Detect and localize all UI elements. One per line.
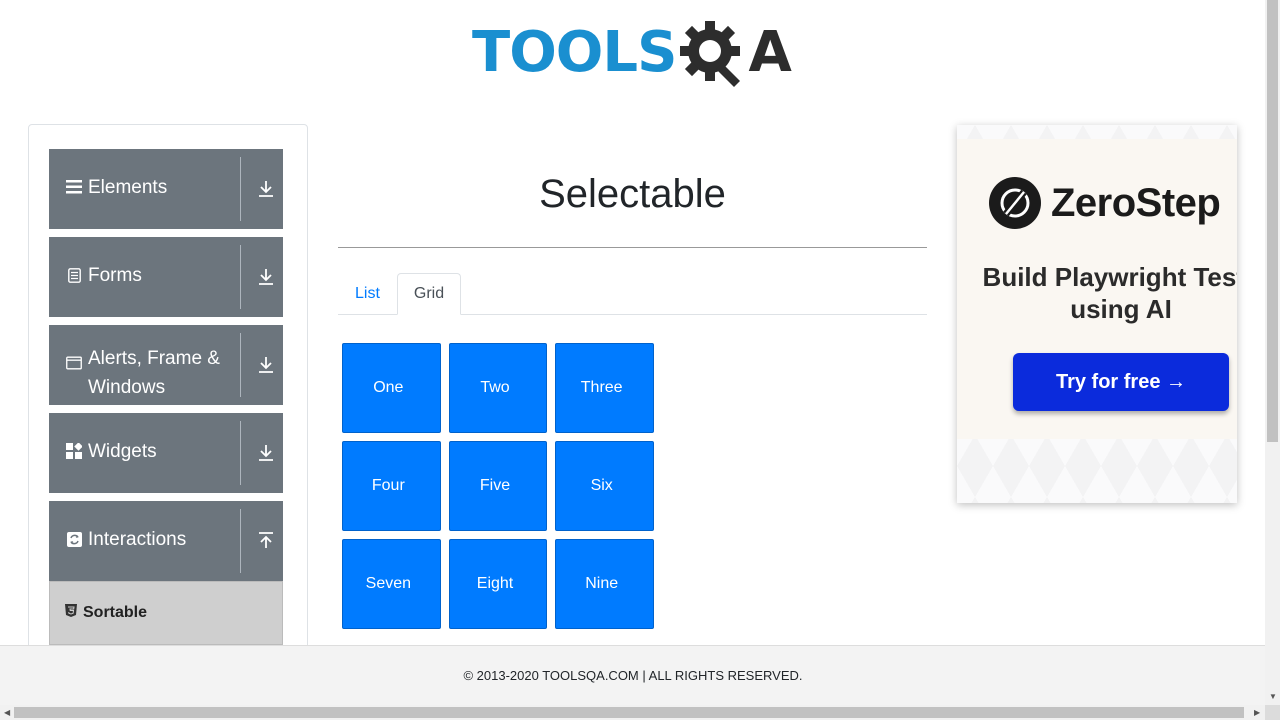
grid-item[interactable]: Six [555, 441, 655, 531]
vertical-scroll-thumb[interactable] [1267, 0, 1278, 442]
ad-brand-name: ZeroStep [1051, 180, 1221, 225]
interactions-icon [66, 531, 82, 547]
grid-item[interactable]: Seven [342, 539, 441, 629]
window-icon [66, 355, 82, 371]
copyright-text: © 2013-2020 TOOLSQA.COM | ALL RIGHTS RES… [463, 668, 803, 683]
download-arrow-icon[interactable] [257, 355, 275, 375]
sidebar-item-sortable[interactable]: Sortable [49, 581, 283, 645]
sidebar-group-elements[interactable]: Elements [49, 149, 283, 229]
ad-brand: ZeroStep [989, 177, 1221, 229]
group-header: Forms [49, 245, 241, 309]
grid-item[interactable]: Eight [448, 539, 548, 629]
group-header: Alerts, Frame & Windows [49, 333, 241, 398]
group-header: Widgets [49, 421, 241, 485]
page-title: Selectable [539, 172, 726, 216]
download-arrow-icon[interactable] [257, 443, 275, 463]
download-arrow-icon[interactable] [257, 267, 275, 287]
group-label: Widgets [88, 441, 157, 462]
tab-list[interactable]: List [338, 273, 397, 315]
horizontal-scroll-thumb[interactable] [14, 707, 1244, 718]
sidebar-group-interactions[interactable]: Interactions [49, 501, 283, 581]
document-icon [66, 267, 82, 283]
group-header: Elements [49, 157, 241, 221]
sidebar-group-widgets[interactable]: Widgets [49, 413, 283, 493]
sidebar-group-forms[interactable]: Forms [49, 237, 283, 317]
group-label: Interactions [88, 529, 187, 550]
hamburger-icon [66, 179, 82, 195]
toolsqa-logo[interactable]: TOOLS A [472, 14, 798, 92]
grid-item[interactable]: Two [448, 343, 548, 433]
scrollbar-corner [1265, 705, 1280, 720]
try-for-free-button[interactable]: Try for free → [1013, 353, 1229, 411]
title-divider [338, 247, 927, 248]
advertisement-banner[interactable]: ZeroStep Build Playwright Tests using AI… [957, 125, 1237, 503]
logo-text-a: A [748, 20, 791, 85]
scroll-down-arrow-icon[interactable]: ▼ [1269, 692, 1277, 701]
gear-magnifier-icon [678, 17, 746, 89]
group-label: Elements [88, 177, 168, 198]
selectable-grid: One Two Three Four Five Six Seven Eight … [342, 343, 662, 637]
left-panel: Elements Forms Alerts, Frame & Windows W… [28, 124, 308, 684]
zerostep-logo-icon [989, 177, 1041, 229]
logo-text-tools: TOOLS [472, 20, 677, 85]
group-header: Interactions [49, 509, 241, 573]
scroll-left-arrow-icon[interactable]: ◀ [4, 708, 10, 717]
grid-item[interactable]: Three [555, 343, 655, 433]
grid-row: Seven Eight Nine [342, 539, 662, 629]
grid-item[interactable]: Nine [555, 539, 655, 629]
ad-tagline: Build Playwright Tests using AI [982, 262, 1237, 324]
grid-item[interactable]: Four [342, 441, 441, 531]
widgets-icon [66, 443, 82, 459]
grid-row: One Two Three [342, 343, 662, 433]
group-label: Forms [88, 265, 142, 286]
ad-card: ZeroStep Build Playwright Tests using AI… [957, 139, 1237, 439]
sidebar-group-alerts[interactable]: Alerts, Frame & Windows [49, 325, 283, 405]
upload-arrow-icon[interactable] [257, 531, 275, 551]
grid-row: Four Five Six [342, 441, 662, 531]
download-arrow-icon[interactable] [257, 179, 275, 199]
vertical-scrollbar[interactable]: ▼ [1265, 0, 1280, 705]
grid-item[interactable]: One [342, 343, 441, 433]
tab-bar: List Grid [338, 273, 927, 315]
html5-icon [65, 604, 77, 622]
grid-item[interactable]: Five [448, 441, 548, 531]
scroll-right-arrow-icon[interactable]: ▶ [1254, 708, 1260, 717]
group-label: Alerts, Frame & Windows [88, 348, 220, 398]
tab-grid[interactable]: Grid [396, 273, 462, 315]
horizontal-scrollbar[interactable]: ◀ ▶ [0, 705, 1266, 720]
footer: © 2013-2020 TOOLSQA.COM | ALL RIGHTS RES… [0, 645, 1266, 707]
menu-item-label: Sortable [83, 604, 148, 621]
